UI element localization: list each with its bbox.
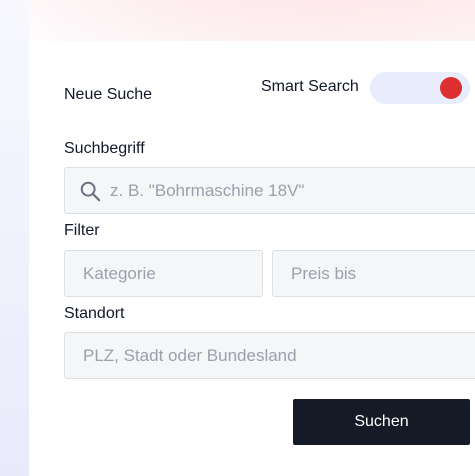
search-term-label: Suchbegriff — [64, 140, 145, 157]
category-field[interactable] — [64, 250, 263, 297]
form-title: Neue Suche — [64, 86, 153, 103]
max-price-input[interactable] — [291, 263, 475, 284]
max-price-field[interactable] — [272, 250, 475, 297]
location-field[interactable] — [64, 332, 475, 379]
filter-label: Filter — [64, 222, 100, 239]
search-field[interactable] — [64, 167, 475, 214]
page-side-band — [0, 0, 29, 476]
smart-search-label: Smart Search — [261, 78, 359, 95]
location-input[interactable] — [83, 345, 475, 366]
toggle-knob — [440, 77, 462, 99]
search-input[interactable] — [110, 180, 475, 201]
category-input[interactable] — [83, 263, 262, 284]
smart-search-toggle[interactable] — [370, 72, 470, 104]
location-label: Standort — [64, 305, 125, 322]
search-icon — [80, 181, 101, 201]
search-submit-button[interactable]: Suchen — [293, 399, 470, 445]
